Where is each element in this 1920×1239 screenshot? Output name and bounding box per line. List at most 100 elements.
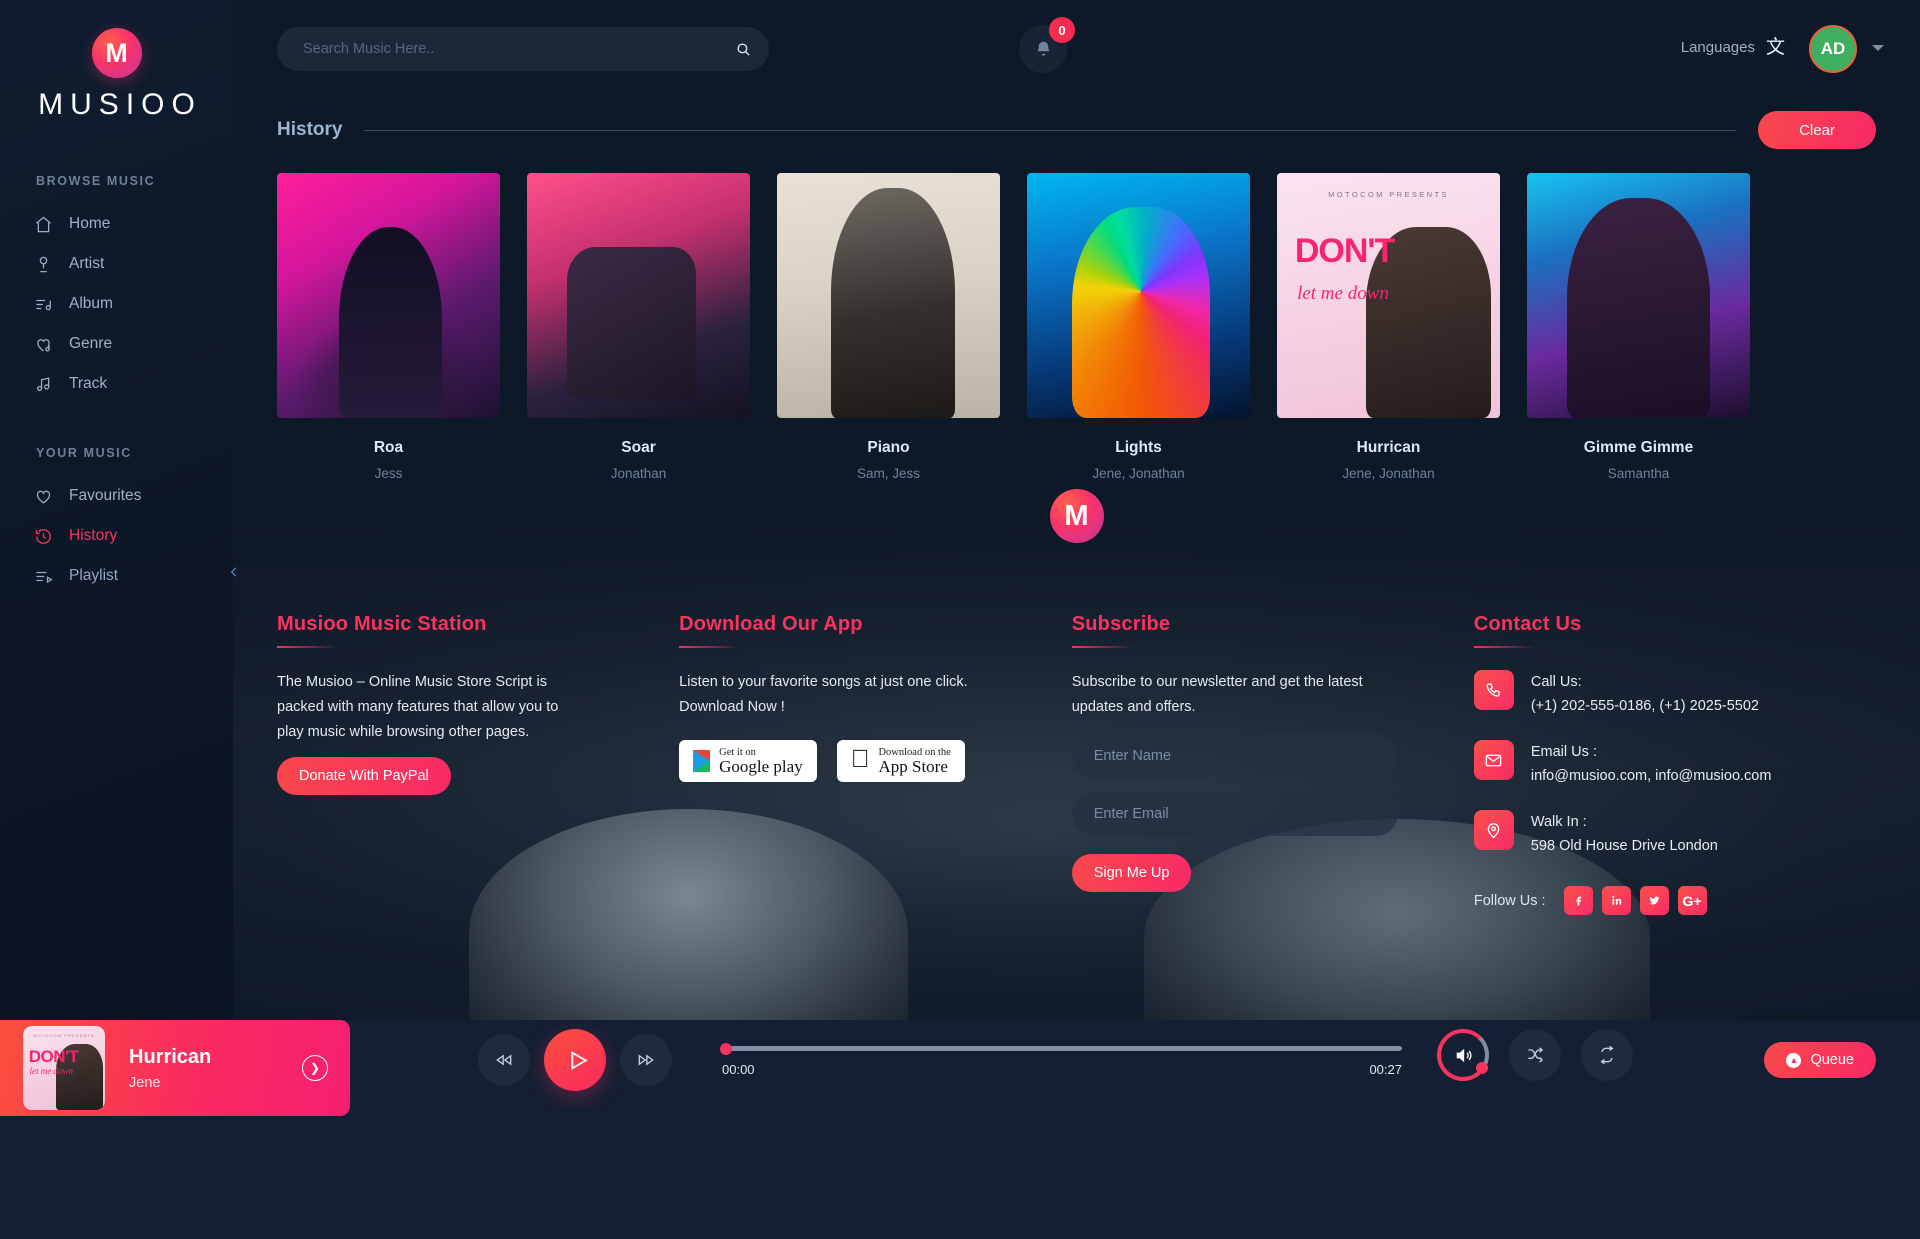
- seek-handle[interactable]: [720, 1042, 732, 1055]
- sidebar-item-playlist[interactable]: Playlist: [0, 556, 233, 596]
- search-button[interactable]: [717, 27, 769, 71]
- google-play-small-text: Get it on: [719, 746, 756, 758]
- track-card[interactable]: Lights Jene, Jonathan: [1027, 173, 1250, 481]
- app-store-badge[interactable]:  Download on the App Store: [836, 740, 965, 782]
- google-play-badge[interactable]: Get it on Google play: [679, 740, 817, 782]
- volume-knob[interactable]: [1437, 1029, 1489, 1081]
- footer-column-about: Musioo Music Station The Musioo – Online…: [277, 613, 679, 915]
- previous-button[interactable]: [478, 1034, 530, 1086]
- top-bar: 0 Languages 文 AD: [233, 0, 1920, 100]
- microphone-icon: [33, 254, 53, 274]
- album-artwork: [777, 173, 1000, 418]
- track-card[interactable]: MOTOCOM PRESENTS DON'T let me down Hurri…: [1277, 173, 1500, 481]
- track-card[interactable]: Gimme Gimme Samantha: [1527, 173, 1750, 481]
- genre-heart-icon: [33, 334, 53, 354]
- sidebar-item-home[interactable]: Home: [0, 204, 233, 244]
- footer-column-subscribe: Subscribe Subscribe to our newsletter an…: [1071, 613, 1474, 915]
- social-links: G+: [1563, 886, 1707, 915]
- subscribe-name-input[interactable]: [1071, 734, 1398, 778]
- next-button[interactable]: [620, 1034, 672, 1086]
- album-icon: [33, 294, 53, 314]
- sidebar: M MUSIOO BROWSE MUSIC Home Artist Album: [0, 0, 233, 1020]
- shuffle-icon: [1528, 1047, 1544, 1063]
- sidebar-item-label: Favourites: [69, 487, 142, 504]
- footer-app-line2: Download Now !: [679, 699, 785, 715]
- main-content: 0 Languages 文 AD History Clear Roa Jess …: [233, 0, 1920, 1020]
- search-box[interactable]: [277, 27, 769, 71]
- sidebar-item-album[interactable]: Album: [0, 284, 233, 324]
- logo-mark: M: [91, 28, 142, 78]
- shuffle-button[interactable]: [1509, 1029, 1561, 1081]
- twitter-icon[interactable]: [1639, 886, 1669, 915]
- donate-paypal-button[interactable]: Donate With PayPal: [277, 757, 451, 795]
- track-card[interactable]: Soar Jonathan: [527, 173, 750, 481]
- now-playing-artwork: MOTOCOM PRESENTS DON'T let me down: [23, 1026, 105, 1110]
- sidebar-item-label: Album: [69, 295, 113, 312]
- sidebar-item-favourites[interactable]: Favourites: [0, 476, 233, 516]
- sign-me-up-button[interactable]: Sign Me Up: [1071, 854, 1192, 892]
- track-card[interactable]: Roa Jess: [277, 173, 500, 481]
- app-store-big-text: App Store: [859, 756, 947, 776]
- sidebar-item-artist[interactable]: Artist: [0, 244, 233, 284]
- rewind-icon: [496, 1054, 512, 1066]
- title-underline: [1071, 646, 1134, 648]
- repeat-icon: [1600, 1045, 1614, 1065]
- heart-icon: [33, 486, 53, 506]
- history-clock-icon: [33, 526, 53, 546]
- now-playing-title: Hurrican: [129, 1045, 212, 1068]
- footer-column-contact: Contact Us Call Us: (+1) 202-555-0186, (…: [1473, 613, 1876, 915]
- album-artwork: [527, 173, 750, 418]
- track-card[interactable]: Piano Sam, Jess: [777, 173, 1000, 481]
- track-card-title: Piano: [867, 439, 910, 456]
- notifications-button[interactable]: 0: [1019, 17, 1075, 73]
- play-button[interactable]: [544, 1029, 606, 1091]
- now-playing-artist: Jene: [129, 1074, 161, 1091]
- envelope-icon: [1473, 740, 1514, 780]
- play-icon: [570, 1050, 588, 1070]
- track-card-title: Lights: [1115, 439, 1162, 456]
- apple-icon: : [851, 747, 870, 772]
- chevron-right-icon[interactable]: ❯: [302, 1055, 328, 1081]
- clear-history-button[interactable]: Clear: [1758, 111, 1876, 149]
- sidebar-item-label: Home: [69, 215, 111, 232]
- googleplus-icon[interactable]: G+: [1677, 886, 1707, 915]
- header-divider: [364, 129, 1736, 131]
- brand-logo[interactable]: M MUSIOO: [0, 0, 233, 122]
- title-underline: [277, 646, 339, 648]
- sidebar-item-track[interactable]: Track: [0, 364, 233, 404]
- artwork-subline: let me down: [29, 1066, 74, 1077]
- avatar[interactable]: AD: [1809, 25, 1857, 73]
- track-card-artist: Jene, Jonathan: [1092, 466, 1185, 481]
- repeat-button[interactable]: [1581, 1029, 1633, 1081]
- seek-bar[interactable]: [720, 1042, 1402, 1055]
- volume-handle[interactable]: [1476, 1062, 1488, 1074]
- contact-address-label: Walk In :: [1530, 814, 1587, 830]
- album-artwork: [1027, 173, 1250, 418]
- player-bar: MOTOCOM PRESENTS DON'T let me down Hurri…: [0, 1020, 1920, 1239]
- contact-call-value: (+1) 202-555-0186, (+1) 2025-5502: [1530, 698, 1759, 714]
- title-underline: [679, 646, 742, 648]
- search-input[interactable]: [277, 27, 717, 71]
- linkedin-icon[interactable]: [1601, 886, 1631, 915]
- map-pin-icon: [1473, 810, 1514, 850]
- sidebar-item-label: Track: [69, 375, 108, 392]
- album-artwork: [1527, 173, 1750, 418]
- subscribe-email-input[interactable]: [1071, 792, 1398, 836]
- sidebar-item-genre[interactable]: Genre: [0, 324, 233, 364]
- history-card-grid: Roa Jess Soar Jonathan Piano Sam, Jess L…: [277, 173, 1876, 481]
- languages-selector[interactable]: Languages 文: [1681, 38, 1785, 57]
- footer-columns: Musioo Music Station The Musioo – Online…: [233, 613, 1920, 915]
- queue-button[interactable]: ▲ Queue: [1764, 1042, 1876, 1078]
- footer-app-line1: Listen to your favorite songs at just on…: [679, 674, 968, 690]
- footer-logo-mark: M: [1049, 489, 1104, 543]
- artwork-headline: DON'T: [28, 1047, 79, 1066]
- facebook-icon[interactable]: [1563, 886, 1593, 915]
- sidebar-collapse-toggle[interactable]: [224, 562, 244, 582]
- album-artwork: [277, 173, 500, 418]
- chevron-down-icon[interactable]: [1872, 45, 1884, 51]
- track-card-title: Soar: [621, 439, 656, 456]
- track-card-artist: Samantha: [1607, 466, 1670, 481]
- phone-icon: [1473, 670, 1514, 710]
- now-playing-card[interactable]: MOTOCOM PRESENTS DON'T let me down Hurri…: [0, 1020, 350, 1116]
- sidebar-item-history[interactable]: History: [0, 516, 233, 556]
